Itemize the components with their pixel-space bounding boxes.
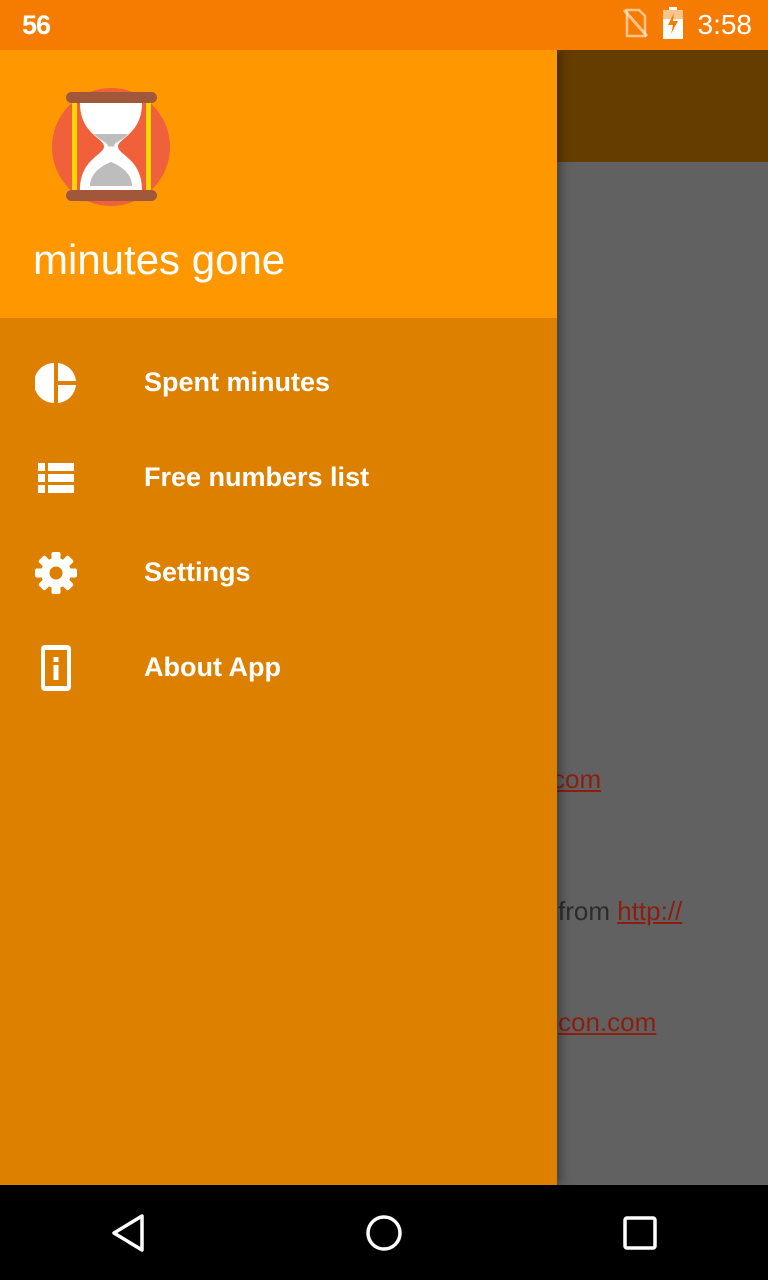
background-link-1: com xyxy=(552,764,602,794)
background-line-1: com xyxy=(552,764,601,795)
background-text-2: from xyxy=(558,896,618,926)
system-navigation-bar xyxy=(0,1185,768,1280)
navigation-drawer: minutes gone Spent minutes Free numbers … xyxy=(0,50,557,1185)
background-line-2: from http:// xyxy=(558,896,682,927)
hourglass-logo xyxy=(50,86,172,208)
menu-item-settings[interactable]: Settings xyxy=(0,525,557,620)
status-time: 3:58 xyxy=(697,9,753,40)
status-notification-text: 56 xyxy=(22,9,51,40)
screen: 56 3:58 com from http:// con.com minutes… xyxy=(0,0,768,1280)
drawer-header: minutes gone xyxy=(0,50,557,318)
no-sim-icon xyxy=(622,8,648,43)
menu-item-spent-minutes[interactable]: Spent minutes xyxy=(0,335,557,430)
list-icon xyxy=(34,456,78,500)
info-icon xyxy=(34,644,78,691)
menu-item-label: Free numbers list xyxy=(144,462,370,492)
gear-icon xyxy=(34,551,78,595)
app-name: minutes gone xyxy=(33,236,286,283)
menu-item-label: About App xyxy=(144,652,281,682)
menu-item-free-numbers-list[interactable]: Free numbers list xyxy=(0,430,557,525)
battery-charging-icon xyxy=(662,6,684,44)
pie-chart-icon xyxy=(34,361,78,405)
home-icon[interactable] xyxy=(354,1203,414,1263)
background-line-3: con.com xyxy=(558,1007,656,1038)
status-icons: 3:58 xyxy=(622,6,753,44)
back-icon[interactable] xyxy=(98,1203,158,1263)
menu-item-label: Spent minutes xyxy=(144,367,331,397)
background-link-2: http:// xyxy=(617,896,683,926)
status-bar: 56 3:58 xyxy=(0,0,768,50)
menu-item-about-app[interactable]: About App xyxy=(0,620,557,715)
menu-item-label: Settings xyxy=(144,557,251,587)
recents-icon[interactable] xyxy=(610,1203,670,1263)
background-link-3: con.com xyxy=(558,1007,657,1037)
drawer-menu: Spent minutes Free numbers list Settings… xyxy=(0,318,557,715)
